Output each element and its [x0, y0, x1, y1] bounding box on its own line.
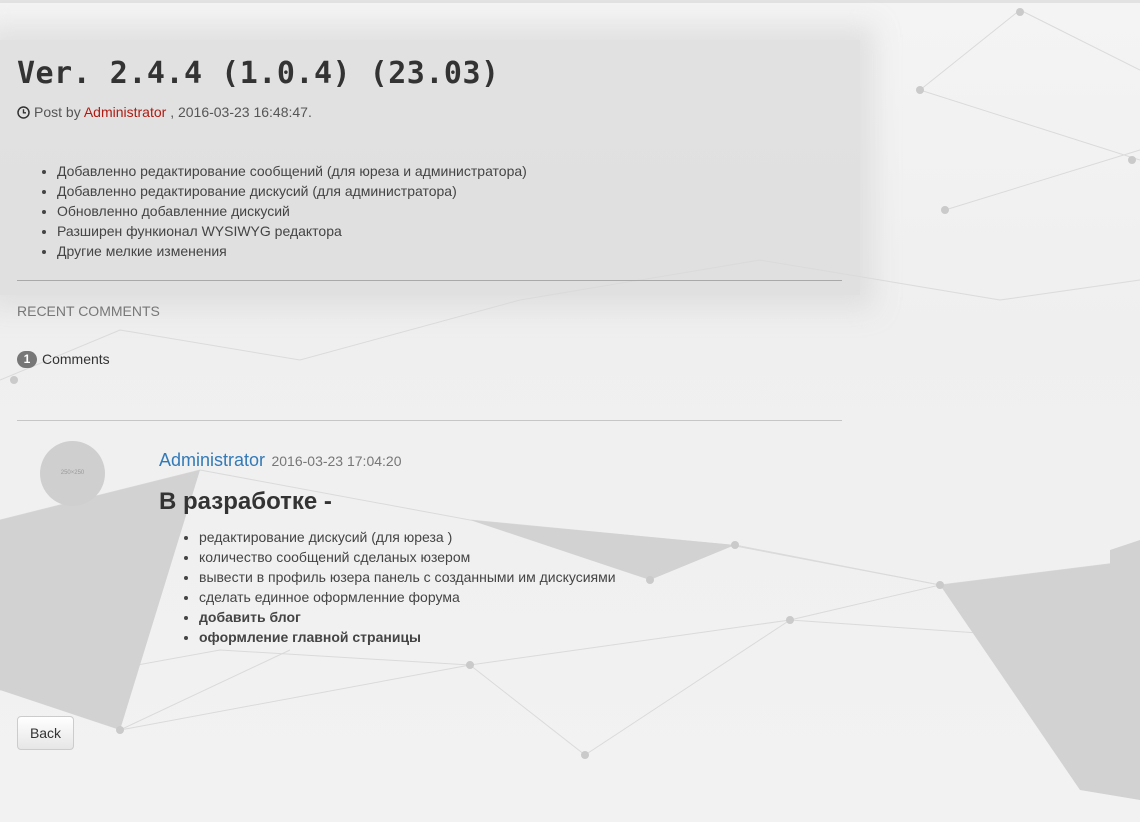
comment-header: Administrator 2016-03-23 17:04:20: [159, 450, 401, 471]
comment-todo-list: редактирование дискусий (для юреза ) кол…: [159, 527, 616, 647]
post-author-link[interactable]: Administrator: [84, 104, 166, 120]
list-item: Разширен функионал WYSIWYG редактора: [57, 221, 527, 241]
comment-title: В разработке -: [159, 488, 332, 515]
comment-date: 2016-03-23 17:04:20: [271, 453, 402, 469]
list-item: количество сообщений сделаных юзером: [199, 547, 616, 567]
list-item: Добавленно редактирование сообщений (для…: [57, 161, 527, 181]
list-item: Добавленно редактирование дискусий (для …: [57, 181, 527, 201]
list-item: добавить блог: [199, 607, 616, 627]
back-button[interactable]: Back: [17, 716, 74, 750]
post-meta: Post by Administrator , 2016-03-23 16:48…: [17, 104, 312, 122]
divider: [17, 280, 842, 281]
avatar: 250×250: [40, 441, 105, 506]
post-meta-prefix: Post by: [34, 104, 81, 120]
list-item: оформление главной страницы: [199, 627, 616, 647]
post-title: Ver. 2.4.4 (1.0.4) (23.03): [17, 56, 500, 91]
comment-author-link[interactable]: Administrator: [159, 450, 265, 470]
list-item: Обновленно добавленние дискусий: [57, 201, 527, 221]
comments-count: 1 Comments: [17, 351, 110, 368]
list-item: сделать единное оформленние форума: [199, 587, 616, 607]
changelog-list: Добавленно редактирование сообщений (для…: [17, 161, 527, 261]
clock-icon: [17, 106, 30, 122]
divider: [17, 420, 842, 421]
list-item: вывести в профиль юзера панель с созданн…: [199, 567, 616, 587]
recent-comments-heading: RECENT COMMENTS: [17, 303, 160, 319]
comment-count-badge: 1: [17, 351, 37, 368]
comments-count-label: Comments: [42, 351, 110, 367]
post-meta-date: , 2016-03-23 16:48:47.: [170, 104, 312, 120]
list-item: редактирование дискусий (для юреза ): [199, 527, 616, 547]
list-item: Другие мелкие изменения: [57, 241, 527, 261]
